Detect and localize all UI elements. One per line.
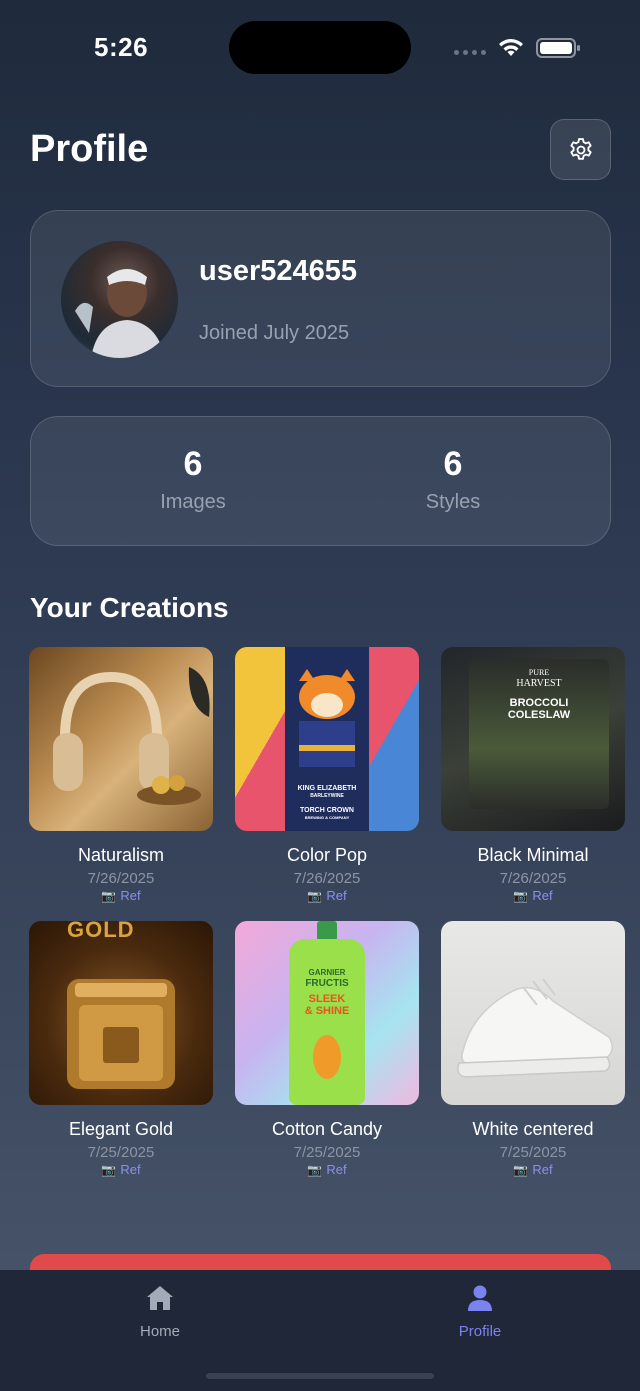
joined-date: Joined July 2025 [199, 322, 350, 344]
ref-label: Ref [120, 1162, 141, 1177]
creation-date: 7/26/2025 [87, 870, 155, 887]
beer-label-text: KING ELIZABETH BARLEYWINE TORCH CROWN BR… [297, 785, 357, 820]
creation-thumbnail[interactable] [29, 647, 213, 831]
headphones-image [53, 667, 210, 805]
creation-date: 7/25/2025 [87, 1144, 155, 1161]
tab-profile[interactable]: Profile [420, 1284, 540, 1340]
dynamic-island [229, 21, 411, 74]
ref-label: Ref [120, 888, 141, 903]
creation-thumbnail[interactable]: GARNIER FRUCTIS SLEEK & SHINE [235, 921, 419, 1105]
camera-icon: 📷 [101, 889, 117, 903]
creation-date: 7/25/2025 [499, 1144, 567, 1161]
ref-label: Ref [532, 1162, 553, 1177]
creation-card[interactable]: GARNIER FRUCTIS SLEEK & SHINE Cotton Can… [235, 921, 419, 1177]
creation-date: 7/26/2025 [293, 870, 361, 887]
stat-label: Images [160, 491, 226, 513]
creation-thumbnail[interactable]: PURE HARVEST BROCCOLI COLESLAW [441, 647, 625, 831]
tab-home[interactable]: Home [100, 1284, 220, 1340]
reference-link[interactable]: 📷 Ref [441, 1162, 625, 1177]
camera-icon: 📷 [101, 1163, 117, 1177]
camera-icon: 📷 [307, 889, 323, 903]
creation-name: Elegant Gold [68, 1119, 174, 1139]
stat-value: 6 [443, 445, 463, 483]
avatar-image [75, 269, 165, 358]
stat-images: 6 Images [93, 447, 293, 514]
creation-thumbnail[interactable] [441, 921, 625, 1105]
page-title: Profile [30, 128, 149, 170]
camera-icon: 📷 [513, 1163, 529, 1177]
beer-label: KING ELIZABETH BARLEYWINE TORCH CROWN BR… [285, 647, 369, 831]
home-indicator [206, 1373, 434, 1379]
avatar[interactable] [61, 241, 178, 358]
creation-thumbnail[interactable]: KING ELIZABETH BARLEYWINE TORCH CROWN BR… [235, 647, 419, 831]
ref-label: Ref [532, 888, 553, 903]
stat-styles: 6 Styles [353, 447, 553, 514]
creation-thumbnail[interactable]: GOLD [29, 921, 213, 1105]
gold-text: GOLD [67, 921, 135, 942]
creation-date: 7/25/2025 [293, 1144, 361, 1161]
tab-label: Home [139, 1323, 180, 1340]
camera-icon: 📷 [513, 889, 529, 903]
stat-value: 6 [183, 445, 203, 483]
coleslaw-bag: PURE HARVEST BROCCOLI COLESLAW [469, 659, 609, 809]
creation-name: Cotton Candy [271, 1119, 383, 1139]
stat-label: Styles [425, 491, 481, 513]
creation-card[interactable]: KING ELIZABETH BARLEYWINE TORCH CROWN BR… [235, 647, 419, 903]
reference-link[interactable]: 📷 Ref [29, 888, 213, 903]
settings-button[interactable] [550, 119, 611, 180]
creation-card[interactable]: PURE HARVEST BROCCOLI COLESLAW Black Min… [441, 647, 625, 903]
wifi-icon [499, 39, 523, 56]
reference-link[interactable]: 📷 Ref [29, 1162, 213, 1177]
status-bar: 5:26 [0, 0, 640, 95]
camera-icon: 📷 [307, 1163, 323, 1177]
gear-icon [569, 137, 592, 160]
air-fryer-image [67, 979, 175, 1089]
status-time: 5:26 [94, 32, 149, 62]
profile-card: user524655 Joined July 2025 [30, 210, 611, 387]
reference-link[interactable]: 📷 Ref [235, 1162, 419, 1177]
home-icon [147, 1286, 173, 1310]
sneaker-image [457, 978, 613, 1078]
tab-label: Profile [458, 1323, 502, 1340]
reference-link[interactable]: 📷 Ref [235, 888, 419, 903]
creation-card[interactable]: GOLD Elegant Gold 7/25/2025 📷 Ref [29, 921, 213, 1177]
reference-link[interactable]: 📷 Ref [441, 888, 625, 903]
shampoo-bottle: GARNIER FRUCTIS SLEEK & SHINE [289, 939, 365, 1105]
person-icon [468, 1285, 492, 1311]
creation-card[interactable]: White centered 7/25/2025 📷 Ref [441, 921, 625, 1177]
creation-date: 7/26/2025 [499, 870, 567, 887]
cellular-signal-icon [454, 50, 486, 55]
section-title: Your Creations [30, 592, 229, 623]
creation-name: Color Pop [286, 845, 368, 865]
username: user524655 [199, 255, 358, 287]
battery-icon [536, 38, 580, 58]
creation-name: Black Minimal [477, 845, 589, 865]
creation-card[interactable]: Naturalism 7/26/2025 📷 Ref [29, 647, 213, 903]
creation-name: White centered [472, 1119, 594, 1139]
stats-card: 6 Images 6 Styles [30, 416, 611, 546]
cat-illustration [299, 669, 355, 767]
bottle-cap [317, 921, 337, 941]
ref-label: Ref [326, 888, 347, 903]
creation-name: Naturalism [77, 845, 165, 865]
ref-label: Ref [326, 1162, 347, 1177]
